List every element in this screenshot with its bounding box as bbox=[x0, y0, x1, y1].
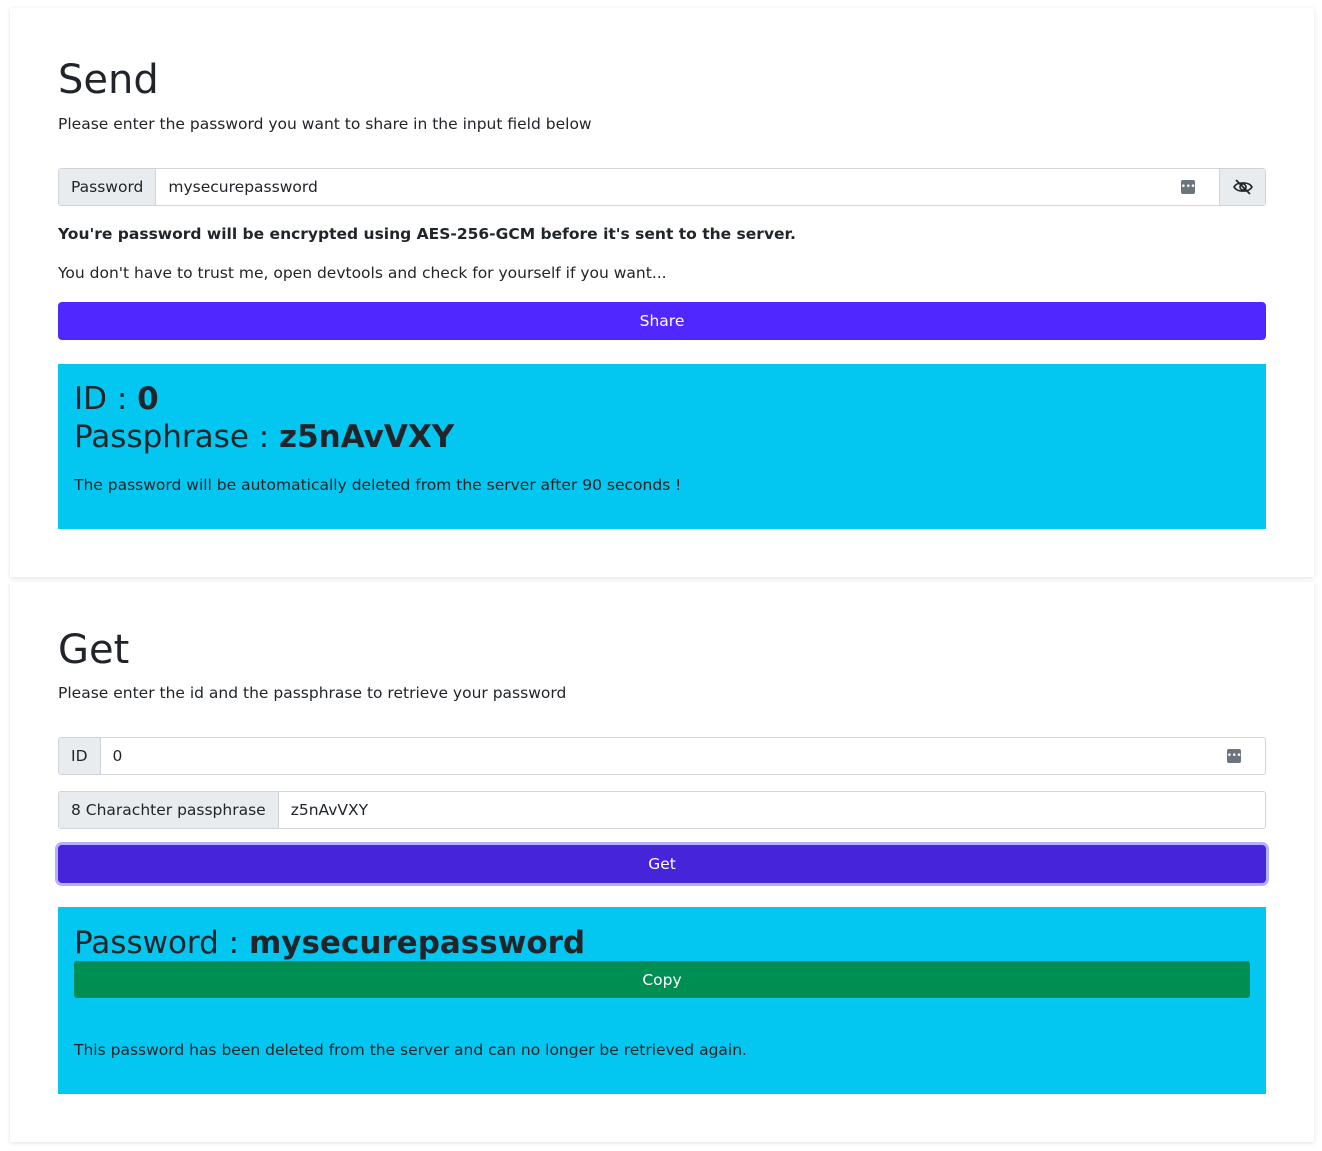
result-id-label: ID : bbox=[74, 381, 138, 417]
result-passphrase-value: z5nAvVXY bbox=[279, 419, 455, 455]
result-passphrase: Passphrase : z5nAvVXY bbox=[74, 418, 454, 456]
get-result-box: Password : mysecurepassword Copy This pa… bbox=[58, 907, 1266, 1094]
send-card: Send Please enter the password you want … bbox=[10, 8, 1314, 577]
send-password-label: Password bbox=[59, 169, 157, 205]
trust-note: You don't have to trust me, open devtool… bbox=[58, 264, 667, 282]
get-passphrase-field-wrap bbox=[279, 792, 1265, 828]
get-description: Please enter the id and the passphrase t… bbox=[58, 684, 567, 702]
get-id-group: ID ••• bbox=[58, 737, 1266, 775]
result-password: Password : mysecurepassword bbox=[74, 924, 585, 962]
send-title: Send bbox=[58, 57, 159, 103]
get-passphrase-label: 8 Charachter passphrase bbox=[59, 792, 279, 828]
share-button[interactable]: Share bbox=[58, 302, 1266, 340]
get-id-field-wrap: ••• bbox=[101, 738, 1265, 774]
expiry-note: The password will be automatically delet… bbox=[74, 476, 682, 494]
toggle-visibility-button[interactable] bbox=[1219, 169, 1265, 205]
get-passphrase-group: 8 Charachter passphrase bbox=[58, 791, 1266, 829]
send-description: Please enter the password you want to sh… bbox=[58, 115, 592, 133]
key-icon[interactable]: ••• bbox=[1181, 180, 1196, 194]
send-password-input[interactable] bbox=[168, 178, 1207, 196]
get-card: Get Please enter the id and the passphra… bbox=[10, 582, 1314, 1142]
result-password-value: mysecurepassword bbox=[248, 925, 586, 961]
get-title: Get bbox=[58, 627, 130, 673]
send-password-group: Password ••• bbox=[58, 168, 1266, 206]
get-id-label: ID bbox=[59, 738, 101, 774]
encryption-note: You're password will be encrypted using … bbox=[58, 225, 796, 243]
key-icon[interactable]: ••• bbox=[1227, 749, 1242, 763]
send-result-box: ID : 0 Passphrase : z5nAvVXY The passwor… bbox=[58, 364, 1266, 529]
result-password-label: Password : bbox=[74, 925, 249, 961]
send-password-field-wrap: ••• bbox=[156, 169, 1219, 205]
result-id: ID : 0 bbox=[74, 380, 159, 418]
copy-button[interactable]: Copy bbox=[74, 961, 1250, 998]
result-passphrase-label: Passphrase : bbox=[74, 419, 280, 455]
get-passphrase-input[interactable] bbox=[290, 801, 1253, 819]
deleted-note: This password has been deleted from the … bbox=[74, 1041, 747, 1059]
result-id-value: 0 bbox=[137, 381, 159, 417]
get-button[interactable]: Get bbox=[58, 845, 1266, 883]
eye-slash-icon bbox=[1232, 179, 1253, 195]
get-id-input[interactable] bbox=[112, 747, 1253, 765]
